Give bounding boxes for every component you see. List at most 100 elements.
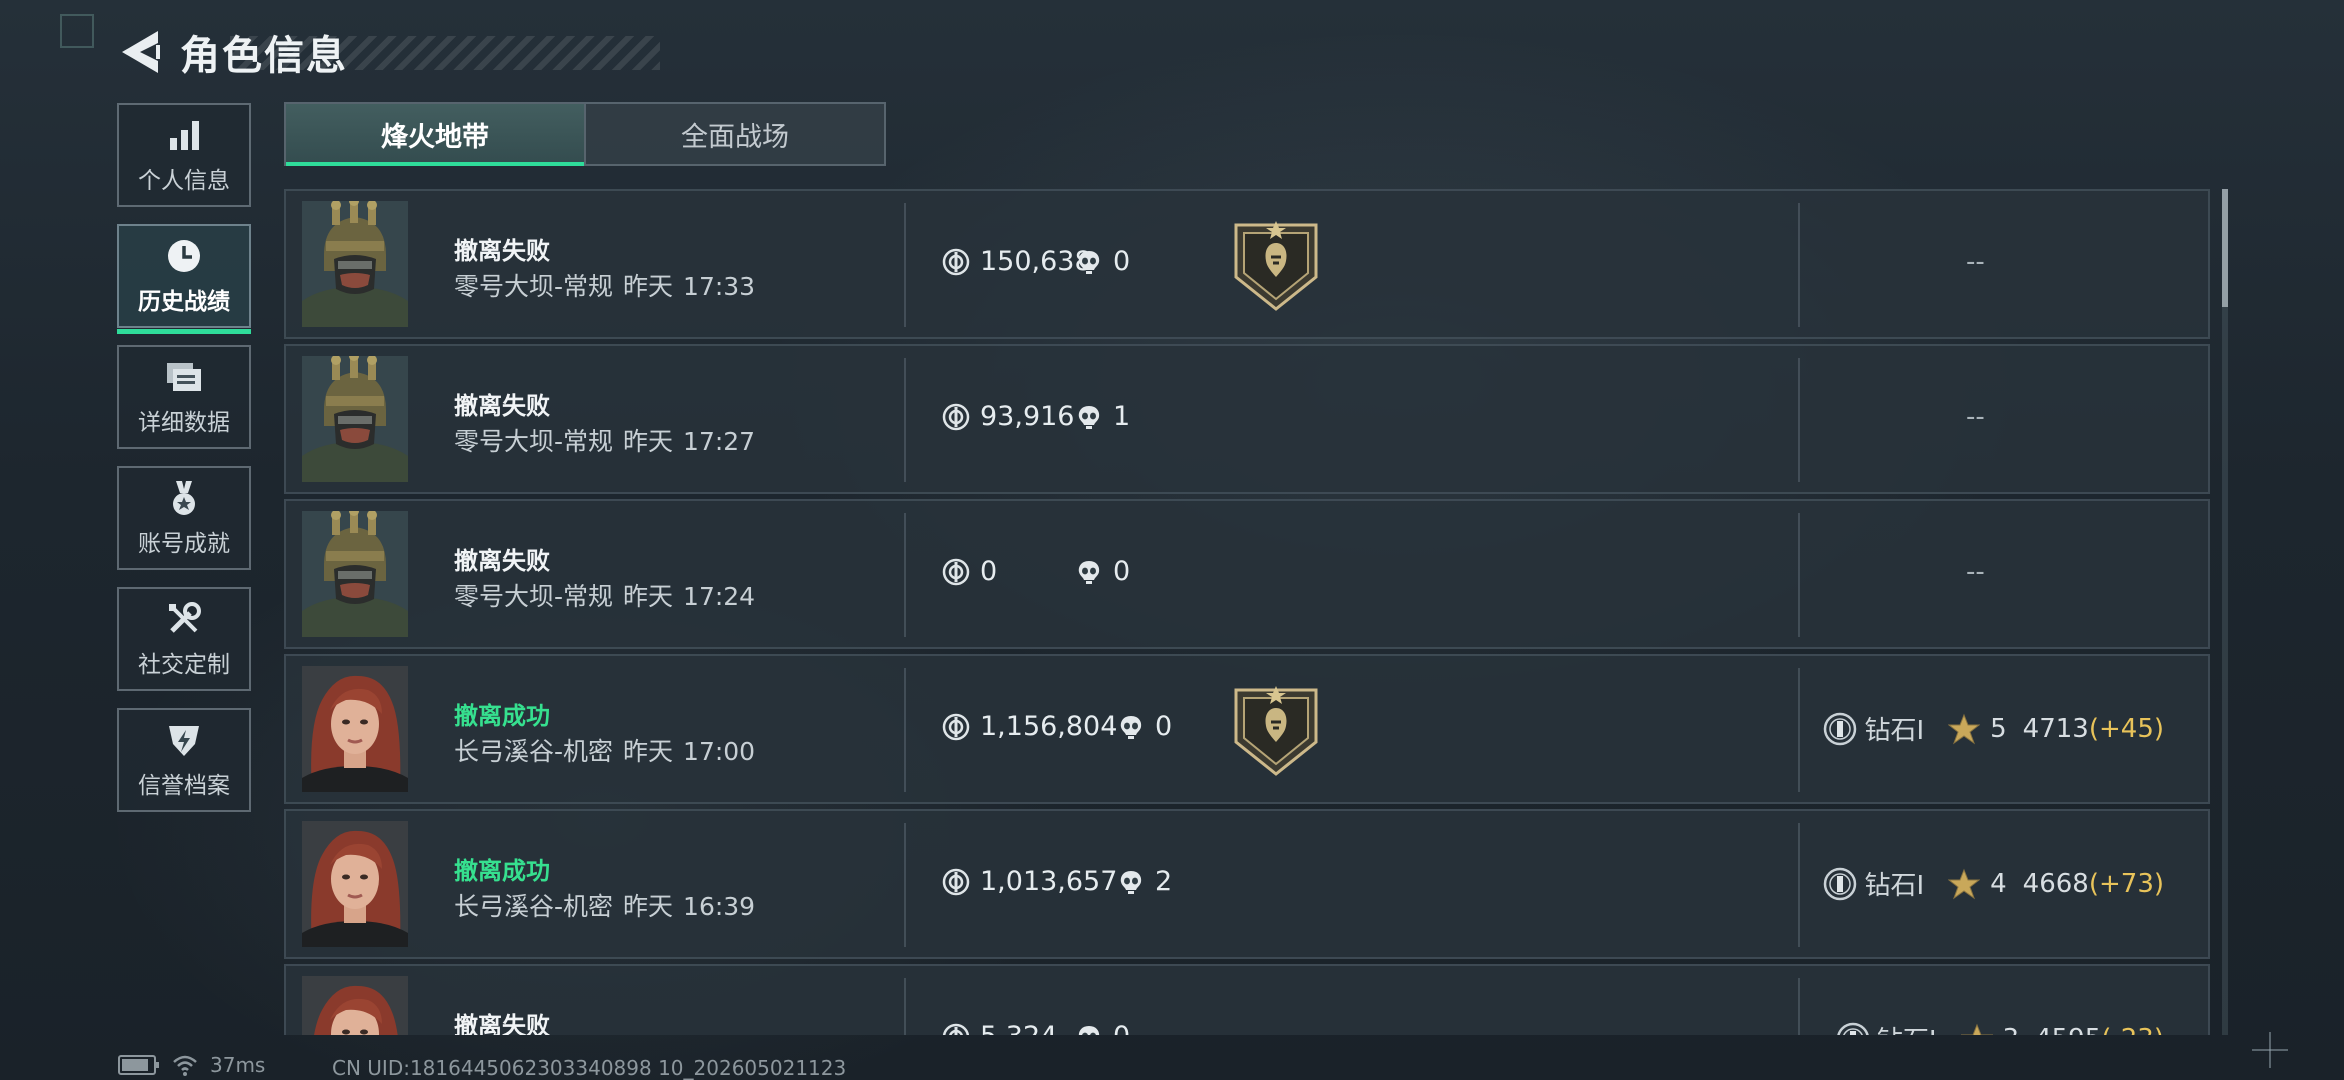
sidebar: 个人信息 历史战绩 详细数据 账号成就 社交定制 信誉档案 bbox=[117, 103, 255, 829]
map-name: 零号大坝-常规 bbox=[454, 427, 614, 456]
kill-count-text: 0 bbox=[1113, 1021, 1130, 1035]
column-divider bbox=[904, 823, 906, 947]
extraction-result: 撤离成功 bbox=[454, 702, 550, 730]
map-name: 长弓溪谷-机密 bbox=[454, 737, 614, 766]
column-divider bbox=[1798, 823, 1800, 947]
match-record-row[interactable]: 撤离失败 零号大坝-常规 昨天 17:33 150,638 0 -- bbox=[284, 189, 2210, 339]
loot-value: 0 bbox=[942, 556, 997, 587]
extraction-result: 撤离失败 bbox=[454, 1012, 550, 1035]
sidebar-item-label: 账号成就 bbox=[138, 531, 230, 557]
map-name: 长弓溪谷-机密 bbox=[454, 892, 614, 921]
coin-icon bbox=[942, 868, 970, 896]
sidebar-item-match-history[interactable]: 历史战绩 bbox=[117, 224, 251, 334]
sidebar-item-detailed-data[interactable]: 详细数据 bbox=[117, 345, 251, 449]
sidebar-item-credit-record[interactable]: 信誉档案 bbox=[117, 708, 251, 812]
rank-score: 4713 bbox=[2022, 713, 2089, 744]
scrollbar-thumb[interactable] bbox=[2222, 189, 2228, 307]
kill-count-text: 0 bbox=[1155, 711, 1173, 742]
tools-icon bbox=[164, 599, 204, 639]
kill-count: 1 bbox=[1075, 401, 1130, 432]
star-icon bbox=[1960, 1023, 1993, 1035]
achievement-badge-icon[interactable] bbox=[1230, 219, 1322, 313]
loot-value-text: 1,013,657 bbox=[980, 866, 1118, 897]
clock-icon bbox=[164, 236, 204, 276]
loot-value: 150,638 bbox=[942, 246, 1092, 277]
match-meta: 零号大坝-常规 昨天 17:33 bbox=[454, 267, 755, 303]
column-divider bbox=[904, 203, 906, 327]
match-record-row[interactable]: 撤离失败 零号大坝-常规 昨天 17:24 0 0 -- bbox=[284, 499, 2210, 649]
loot-value-text: 1,156,804 bbox=[980, 711, 1118, 742]
match-time: 17:00 bbox=[683, 737, 756, 766]
battery-icon bbox=[118, 1055, 159, 1075]
rank-score: 4668 bbox=[2022, 868, 2089, 899]
diamond-rank-icon bbox=[1835, 1021, 1871, 1035]
column-divider bbox=[1798, 513, 1800, 637]
rank-info: 钻石I 5 4713 (+45) bbox=[1822, 710, 2164, 747]
match-date: 昨天 bbox=[623, 272, 674, 301]
operator-avatar-woman bbox=[302, 821, 408, 947]
mode-tabs: 烽火地带 全面战场 bbox=[284, 102, 886, 166]
skull-icon bbox=[1117, 713, 1145, 741]
kill-count-text: 2 bbox=[1155, 866, 1173, 897]
sidebar-item-label: 个人信息 bbox=[138, 168, 230, 194]
extraction-result: 撤离成功 bbox=[454, 857, 550, 885]
folder-icon bbox=[164, 357, 204, 397]
corner-decoration bbox=[60, 14, 94, 48]
operator-avatar-woman bbox=[302, 976, 408, 1035]
rank-score-delta: (+73) bbox=[2088, 868, 2164, 899]
tab-full-battlefield[interactable]: 全面战场 bbox=[584, 104, 884, 164]
kill-count: 0 bbox=[1075, 1021, 1130, 1035]
loot-value: 1,013,657 bbox=[942, 866, 1117, 897]
sidebar-item-achievements[interactable]: 账号成就 bbox=[117, 466, 251, 570]
star-count: 3 bbox=[2003, 1024, 2020, 1036]
tab-warzone-extraction[interactable]: 烽火地带 bbox=[286, 104, 584, 166]
rank-score: 4595 bbox=[2035, 1024, 2101, 1036]
match-time: 17:27 bbox=[683, 427, 756, 456]
loot-value-text: 93,916 bbox=[980, 401, 1075, 432]
match-record-row[interactable]: 撤离失败 零号大坝-常规 昨天 17:27 93,916 1 -- bbox=[284, 344, 2210, 494]
rank-score-delta: (+45) bbox=[2088, 713, 2164, 744]
map-name: 零号大坝-常规 bbox=[454, 272, 614, 301]
status-bar: 37ms bbox=[118, 1052, 265, 1078]
title-wrap: 角色信息 bbox=[170, 24, 660, 80]
match-meta: 零号大坝-常规 昨天 17:24 bbox=[454, 577, 755, 613]
skull-icon bbox=[1117, 868, 1145, 896]
extraction-result: 撤离失败 bbox=[454, 237, 550, 265]
match-history-list[interactable]: 撤离失败 零号大坝-常规 昨天 17:33 150,638 0 -- 撤离失败 零号大坝-常规昨… bbox=[284, 189, 2210, 1035]
coin-icon bbox=[942, 1023, 970, 1035]
operator-avatar-woman bbox=[302, 666, 408, 792]
coin-icon bbox=[942, 558, 970, 586]
kill-count: 0 bbox=[1075, 556, 1130, 587]
shield-bolt-icon bbox=[164, 720, 204, 760]
column-divider bbox=[1798, 358, 1800, 482]
diamond-rank-icon bbox=[1822, 866, 1858, 902]
column-divider bbox=[1798, 668, 1800, 792]
diamond-rank-icon bbox=[1822, 711, 1858, 747]
header: 角色信息 bbox=[110, 22, 660, 82]
column-divider bbox=[904, 513, 906, 637]
rank-name: 钻石I bbox=[1864, 871, 1925, 901]
scrollbar[interactable] bbox=[2222, 189, 2228, 1035]
loot-value-text: 5,324 bbox=[980, 1021, 1057, 1035]
match-record-row[interactable]: 撤离成功 长弓溪谷-机密 昨天 16:39 1,013,657 2 钻石I 4 4668 (+73… bbox=[284, 809, 2210, 959]
back-button[interactable] bbox=[110, 22, 170, 82]
operator-avatar-soldier bbox=[302, 511, 408, 637]
sidebar-item-personal-info[interactable]: 个人信息 bbox=[117, 103, 251, 207]
skull-icon bbox=[1075, 248, 1103, 276]
sidebar-item-social-custom[interactable]: 社交定制 bbox=[117, 587, 251, 691]
star-icon bbox=[1948, 868, 1981, 900]
achievement-badge-icon[interactable] bbox=[1230, 684, 1322, 778]
extraction-result: 撤离失败 bbox=[454, 392, 550, 420]
match-record-row[interactable]: 撤离成功 长弓溪谷-机密 昨天 17:00 1,156,804 0 钻石I 5 4713 (+45… bbox=[284, 654, 2210, 804]
rank-placeholder: -- bbox=[1966, 557, 1985, 587]
star-count: 4 bbox=[1990, 868, 2007, 899]
match-record-row[interactable]: 撤离失败 5,324 0 钻石I 3 4595(-23) bbox=[284, 964, 2210, 1035]
match-time: 17:24 bbox=[683, 582, 756, 611]
sidebar-item-label: 社交定制 bbox=[138, 652, 230, 678]
match-meta: 长弓溪谷-机密 昨天 16:39 bbox=[454, 887, 755, 923]
corner-plus-decoration bbox=[2252, 1032, 2288, 1068]
skull-icon bbox=[1075, 558, 1103, 586]
rank-placeholder: -- bbox=[1966, 402, 1985, 432]
match-date: 昨天 bbox=[623, 582, 674, 611]
column-divider bbox=[1798, 203, 1800, 327]
